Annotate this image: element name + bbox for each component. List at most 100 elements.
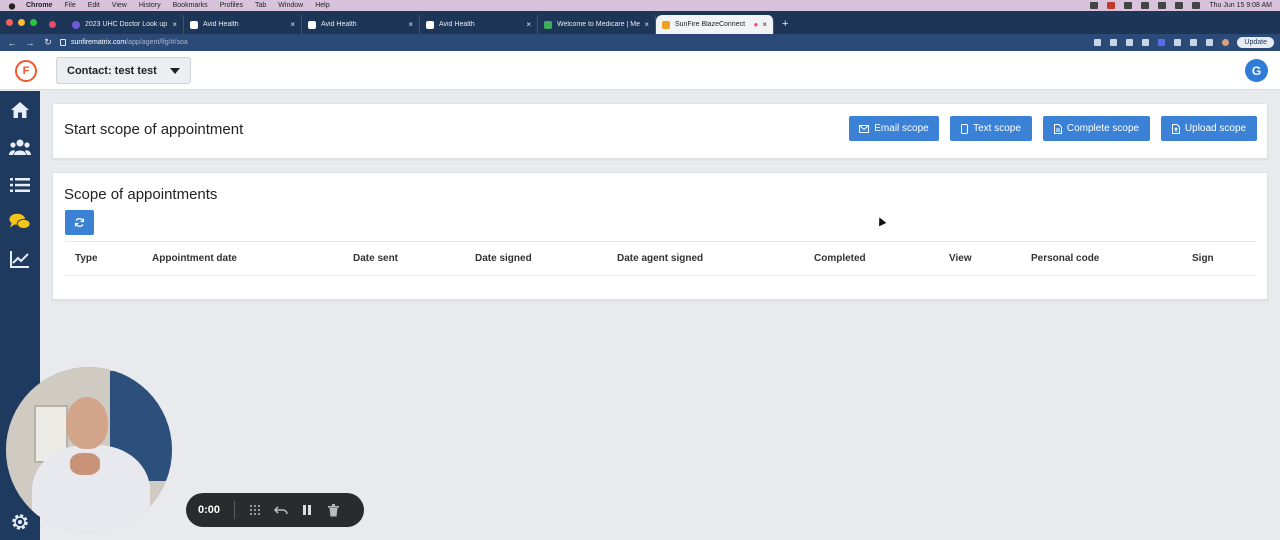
menu-help[interactable]: Help (315, 2, 329, 9)
recording-timer: 0:00 (198, 504, 221, 516)
column-header-appointment-date[interactable]: Appointment date (152, 253, 237, 264)
menu-view[interactable]: View (112, 2, 127, 9)
column-header-personal-code[interactable]: Personal code (1031, 253, 1099, 264)
bluetooth-icon[interactable] (1124, 2, 1133, 9)
menu-tab[interactable]: Tab (255, 2, 266, 9)
sidebar-item-lists[interactable] (9, 174, 31, 196)
sidepanel-icon[interactable] (1206, 39, 1214, 46)
tab-close-icon[interactable]: × (408, 20, 413, 29)
control-center-icon[interactable] (1192, 2, 1201, 9)
browser-tab-active[interactable]: SunFire BlazeConnect ● × (656, 15, 774, 34)
email-scope-button[interactable]: Email scope (849, 116, 939, 141)
chat-icon (9, 213, 31, 229)
update-button[interactable]: Update (1237, 37, 1274, 48)
sidebar-item-reports[interactable] (9, 248, 31, 270)
zoom-window-button[interactable] (30, 19, 37, 26)
close-window-button[interactable] (6, 19, 13, 26)
text-scope-button[interactable]: Text scope (950, 116, 1032, 141)
tab-favicon-icon (544, 20, 552, 29)
browser-toolbar: ← → ↻ sunfirematrix.com /app/agent/lfg/#… (0, 34, 1280, 51)
address-bar[interactable]: sunfirematrix.com /app/agent/lfg/#/soa (60, 39, 1094, 46)
sidebar-item-messages[interactable] (9, 211, 31, 233)
trash-icon[interactable] (326, 502, 341, 518)
menu-history[interactable]: History (139, 2, 161, 9)
extension-icon[interactable] (1158, 39, 1166, 46)
battery-icon[interactable] (1141, 2, 1150, 9)
zoom-icon[interactable] (1110, 39, 1118, 46)
minimize-window-button[interactable] (18, 19, 25, 26)
tab-close-icon[interactable]: × (172, 20, 177, 29)
wifi-icon[interactable] (1158, 2, 1167, 9)
user-avatar[interactable]: G (1245, 59, 1268, 82)
clock[interactable]: Thu Jun 15 9:08 AM (1209, 2, 1272, 9)
tab-close-icon[interactable]: × (526, 20, 531, 29)
browser-tab[interactable]: Avid Health × (420, 15, 538, 34)
browser-tab[interactable]: Avid Health × (302, 15, 420, 34)
puzzle-icon[interactable] (1190, 39, 1198, 46)
browser-tab[interactable]: 2023 UHC Doctor Look up × (66, 15, 184, 34)
tab-title: Avid Health (321, 21, 357, 28)
browser-tab[interactable]: Welcome to Medicare | Medicare × (538, 15, 656, 34)
reload-icon[interactable]: ↻ (42, 37, 54, 48)
apple-icon[interactable] (8, 2, 16, 10)
extension-icons (1094, 39, 1230, 46)
column-header-type[interactable]: Type (75, 253, 98, 264)
list-icon (10, 178, 30, 192)
profile-avatar-icon[interactable] (1222, 39, 1230, 46)
window-controls (6, 11, 37, 34)
sunfire-logo[interactable]: F (15, 60, 37, 82)
undo-restart-icon[interactable] (273, 502, 288, 518)
column-header-view[interactable]: View (949, 253, 972, 264)
menu-edit[interactable]: Edit (88, 2, 100, 9)
column-header-date-sent[interactable]: Date sent (353, 253, 398, 264)
chart-icon (10, 251, 29, 268)
sidebar-item-contacts[interactable] (9, 136, 31, 158)
column-header-date-agent-signed[interactable]: Date agent signed (617, 253, 703, 264)
lock-icon[interactable] (60, 39, 66, 46)
tab-title: Avid Health (439, 21, 475, 28)
column-header-date-signed[interactable]: Date signed (475, 253, 532, 264)
column-header-sign[interactable]: Sign (1192, 253, 1214, 264)
menu-profiles[interactable]: Profiles (220, 2, 243, 9)
start-scope-card: Start scope of appointment Email scope T… (52, 103, 1268, 159)
complete-scope-button[interactable]: Complete scope (1043, 116, 1150, 141)
spotlight-icon[interactable] (1175, 2, 1184, 9)
webcam-bubble[interactable] (6, 367, 172, 533)
pause-icon[interactable] (299, 502, 314, 518)
email-scope-label: Email scope (874, 123, 929, 134)
upload-scope-button[interactable]: Upload scope (1161, 116, 1257, 141)
new-tab-button[interactable]: + (782, 18, 788, 30)
home-icon (11, 102, 29, 118)
menu-file[interactable]: File (64, 2, 75, 9)
menu-bookmarks[interactable]: Bookmarks (173, 2, 208, 9)
mic-icon[interactable] (1090, 2, 1099, 9)
forward-icon[interactable]: → (24, 38, 36, 48)
bookmark-star-icon[interactable] (1142, 39, 1150, 46)
refresh-button[interactable] (65, 210, 94, 235)
drawing-tool-icon[interactable] (247, 502, 262, 518)
people-icon (9, 139, 31, 155)
tab-close-icon[interactable]: × (644, 20, 649, 29)
tab-title: Welcome to Medicare | Medicare (557, 21, 640, 28)
tab-audio-icon[interactable]: ● (753, 20, 758, 29)
sidebar-item-home[interactable] (9, 99, 31, 121)
tab-favicon-icon (662, 20, 670, 29)
camera-icon[interactable] (1094, 39, 1102, 46)
tab-close-icon[interactable]: × (762, 20, 767, 29)
browser-tab[interactable]: Avid Health × (184, 15, 302, 34)
tab-close-icon[interactable]: × (290, 20, 295, 29)
column-header-completed[interactable]: Completed (814, 253, 866, 264)
share-icon[interactable] (1126, 39, 1134, 46)
back-icon[interactable]: ← (6, 38, 18, 48)
tab-title: SunFire BlazeConnect (675, 21, 746, 28)
menu-chrome[interactable]: Chrome (26, 2, 52, 9)
extension-status-icon[interactable] (1107, 2, 1116, 9)
settings-gear-icon[interactable] (10, 512, 30, 532)
contact-select[interactable]: Contact: test test (56, 57, 191, 84)
recording-tab-icon[interactable] (49, 21, 56, 28)
extension-icon[interactable] (1174, 39, 1182, 46)
url-path: /app/agent/lfg/#/soa (126, 39, 188, 46)
caret-down-icon (170, 67, 180, 74)
menu-window[interactable]: Window (278, 2, 303, 9)
mac-menu-bar: Chrome File Edit View History Bookmarks … (0, 0, 1280, 11)
